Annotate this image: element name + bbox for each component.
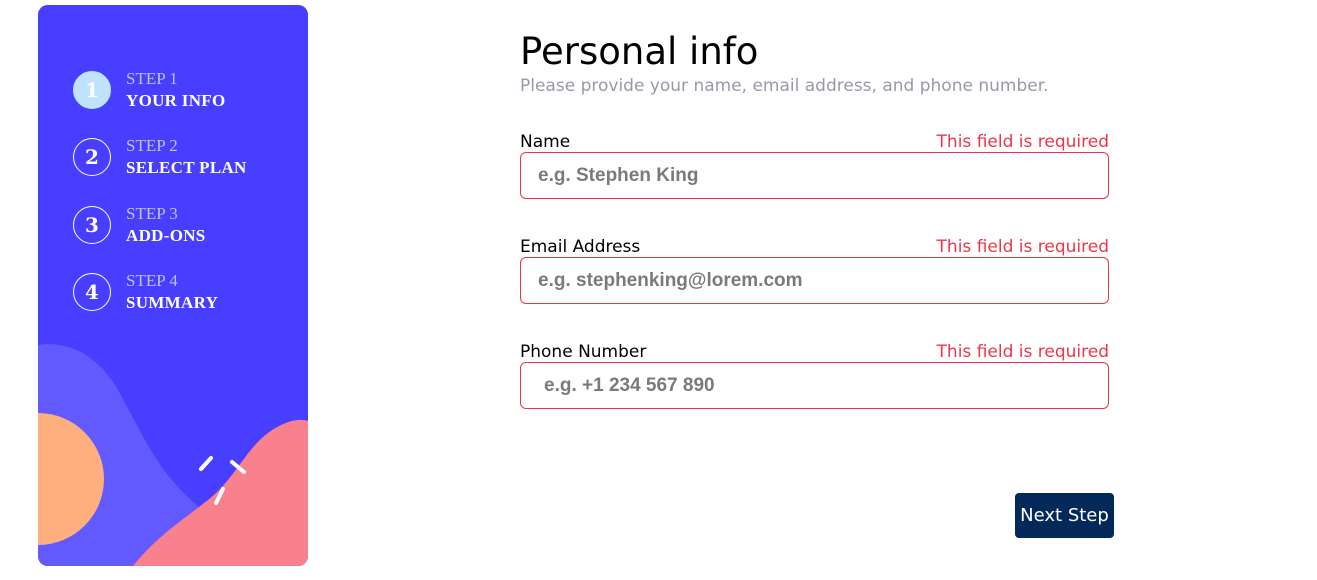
step-item-2[interactable]: 2 STEP 2 SELECT PLAN xyxy=(73,136,293,178)
phone-field-group: Phone Number This field is required xyxy=(520,340,1109,409)
step-title: SELECT PLAN xyxy=(126,158,247,178)
step-text: STEP 1 YOUR INFO xyxy=(126,68,226,112)
multi-step-form-page: 1 STEP 1 YOUR INFO 2 STEP 2 SELECT PLAN … xyxy=(0,0,1317,580)
name-error-message: This field is required xyxy=(936,132,1109,152)
email-label: Email Address xyxy=(520,237,641,257)
page-subtitle: Please provide your name, email address,… xyxy=(520,76,1049,96)
field-header: Name This field is required xyxy=(520,130,1109,152)
field-header: Phone Number This field is required xyxy=(520,340,1109,362)
step-number-badge: 2 xyxy=(73,138,111,177)
email-field-group: Email Address This field is required xyxy=(520,235,1109,304)
phone-label: Phone Number xyxy=(520,342,647,362)
step-list: 1 STEP 1 YOUR INFO 2 STEP 2 SELECT PLAN … xyxy=(73,69,293,338)
step-text: STEP 3 ADD-ONS xyxy=(126,203,206,247)
email-input[interactable] xyxy=(520,257,1109,304)
field-header: Email Address This field is required xyxy=(520,235,1109,257)
step-caption: STEP 3 xyxy=(126,203,178,223)
name-input[interactable] xyxy=(520,152,1109,199)
step-caption: STEP 4 xyxy=(126,270,178,290)
email-error-message: This field is required xyxy=(936,237,1109,257)
step-caption: STEP 1 xyxy=(126,69,178,88)
step-number-badge: 4 xyxy=(73,272,111,311)
step-number-badge: 1 xyxy=(73,71,111,109)
sidebar: 1 STEP 1 YOUR INFO 2 STEP 2 SELECT PLAN … xyxy=(38,5,308,566)
step-item-1[interactable]: 1 STEP 1 YOUR INFO xyxy=(73,69,293,111)
step-text: STEP 2 SELECT PLAN xyxy=(126,135,247,179)
step-title: ADD-ONS xyxy=(126,225,206,245)
step-item-3[interactable]: 3 STEP 3 ADD-ONS xyxy=(73,204,293,246)
step-caption: STEP 2 xyxy=(126,136,178,156)
name-field-group: Name This field is required xyxy=(520,130,1109,199)
name-label: Name xyxy=(520,132,571,152)
phone-input[interactable] xyxy=(520,362,1109,409)
form-main: Personal info Please provide your name, … xyxy=(520,30,1109,409)
phone-error-message: This field is required xyxy=(936,342,1109,362)
next-step-button[interactable]: Next Step xyxy=(1015,493,1114,538)
step-number-badge: 3 xyxy=(73,205,111,244)
step-title: SUMMARY xyxy=(126,292,219,312)
step-title: YOUR INFO xyxy=(126,91,226,110)
step-text: STEP 4 SUMMARY xyxy=(126,270,218,314)
page-title: Personal info xyxy=(520,30,759,73)
step-item-4[interactable]: 4 STEP 4 SUMMARY xyxy=(73,271,293,313)
